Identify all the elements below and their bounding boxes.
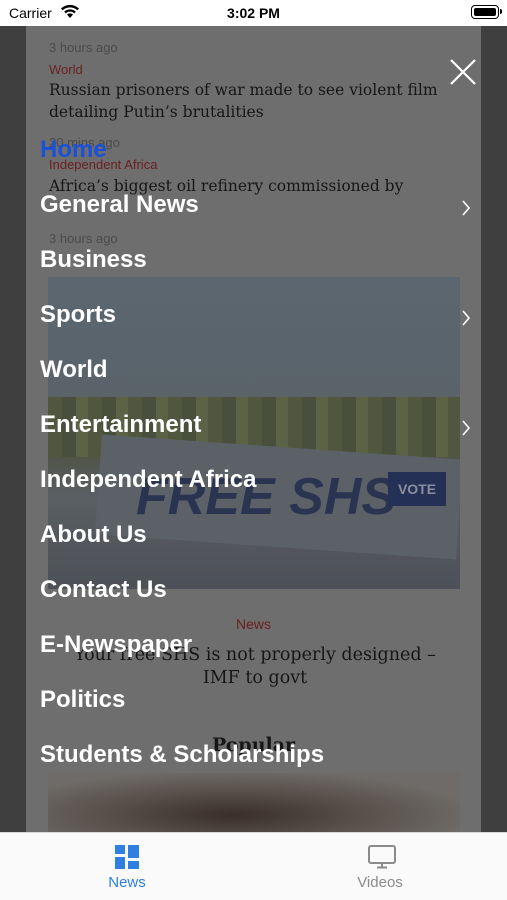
menu-item-label: E-Newspaper: [40, 631, 193, 658]
close-icon: [450, 59, 476, 85]
menu-item-independent-africa[interactable]: Independent Africa: [40, 466, 477, 500]
menu-item-label: Independent Africa: [40, 466, 257, 493]
menu-item-about-us[interactable]: About Us: [40, 521, 477, 555]
menu-item-label: Entertainment: [40, 411, 202, 438]
tab-bar: News Videos: [0, 832, 507, 900]
menu-item-e-newspaper[interactable]: E-Newspaper: [40, 631, 477, 665]
status-time: 3:02 PM: [227, 5, 280, 21]
menu-item-world[interactable]: World: [40, 356, 477, 390]
close-button[interactable]: [448, 57, 478, 87]
status-bar: Carrier 3:02 PM: [0, 0, 507, 26]
menu-item-label: Sports: [40, 301, 117, 328]
menu-item-label: Business: [40, 246, 147, 273]
chevron-right-icon[interactable]: [461, 419, 471, 437]
tab-news[interactable]: News: [27, 833, 227, 900]
menu-item-label: About Us: [40, 521, 147, 548]
menu-item-entertainment[interactable]: Entertainment: [40, 411, 477, 445]
chevron-right-icon[interactable]: [461, 309, 471, 327]
menu-item-general-news[interactable]: General News: [40, 191, 477, 225]
menu-item-students-scholarships[interactable]: Students & Scholarships: [40, 741, 477, 775]
menu-item-contact-us[interactable]: Contact Us: [40, 576, 477, 610]
tab-label: News: [108, 874, 146, 891]
menu-item-home[interactable]: Home: [40, 136, 477, 170]
battery-icon: [471, 5, 502, 19]
menu-item-sports[interactable]: Sports: [40, 301, 477, 335]
side-menu: Home General News Business Sports World …: [0, 26, 507, 832]
tab-videos[interactable]: Videos: [280, 833, 480, 900]
tab-label: Videos: [357, 874, 403, 891]
menu-item-label: General News: [40, 191, 199, 218]
menu-item-business[interactable]: Business: [40, 246, 477, 280]
grid-icon: [115, 845, 139, 869]
menu-item-label: Contact Us: [40, 576, 167, 603]
chevron-right-icon[interactable]: [461, 199, 471, 217]
tv-icon: [368, 845, 396, 869]
menu-item-label: Students & Scholarships: [40, 741, 325, 768]
menu-item-label: World: [40, 356, 108, 383]
menu-item-politics[interactable]: Politics: [40, 686, 477, 720]
menu-item-label: Politics: [40, 686, 126, 713]
menu-item-label: Home: [40, 136, 107, 163]
